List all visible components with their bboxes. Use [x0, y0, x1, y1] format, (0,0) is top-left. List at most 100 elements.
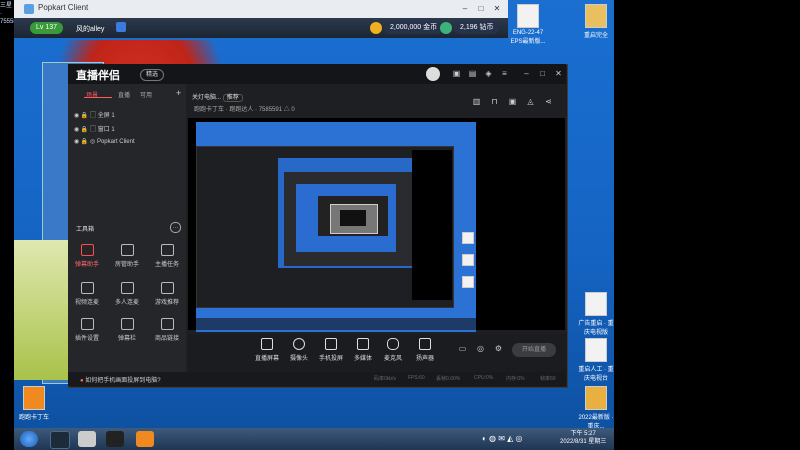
- button-label: 摄像头: [289, 356, 308, 362]
- menu-icon[interactable]: ≡: [500, 70, 509, 78]
- nested-taskbar: [196, 318, 476, 330]
- nested-desktop-icon: [462, 232, 474, 244]
- nested-black-area: [412, 150, 452, 300]
- drop-frame-stat: 丢帧0.00%: [436, 376, 461, 382]
- tool-video-link[interactable]: 视频连麦: [70, 282, 104, 306]
- scene-label: 全屏 1: [97, 113, 115, 119]
- button-label: 麦克风: [383, 356, 402, 362]
- toolbox-title: 工具箱: [76, 227, 95, 233]
- multimedia-button[interactable]: 多媒体: [348, 338, 378, 362]
- kart-icon: [23, 386, 45, 410]
- framerate-stat: 帧率60: [540, 376, 556, 382]
- tab-available[interactable]: 可用: [140, 90, 152, 99]
- phone-cast-button[interactable]: 手机投屏: [316, 338, 346, 362]
- bell-icon[interactable]: ◬: [526, 98, 535, 106]
- lucci-icon: [440, 22, 452, 34]
- taskbar: [14, 428, 614, 450]
- clock-date: 2022/8/31 星期三: [560, 439, 607, 445]
- tool-tasks[interactable]: 主播任务: [150, 244, 184, 268]
- settings-icon[interactable]: ⚙: [494, 345, 503, 353]
- phone-icon: [325, 338, 337, 350]
- fps-stat: FPS:60: [408, 375, 425, 381]
- avatar[interactable]: [426, 67, 440, 81]
- button-label: 直播屏幕: [254, 356, 279, 362]
- share-icon[interactable]: ⋖: [544, 98, 553, 106]
- lucci-counter: 2,196 钻币: [454, 22, 500, 34]
- start-button[interactable]: [20, 431, 38, 447]
- minimize-icon[interactable]: –: [458, 3, 472, 14]
- camera-icon: [293, 338, 305, 350]
- folder-icon: [585, 4, 607, 28]
- tool-game-recommend[interactable]: 游戏推荐: [150, 282, 184, 306]
- record-icon[interactable]: ▭: [458, 345, 467, 353]
- app-maximize-icon[interactable]: □: [538, 70, 547, 78]
- camera-button[interactable]: 摄像头: [284, 338, 314, 362]
- tool-label: 主播任务: [154, 262, 179, 268]
- preview-black-area: [476, 118, 565, 330]
- tool-danmaku[interactable]: 弹幕助手: [70, 244, 104, 268]
- game-scene-strip: [14, 240, 74, 380]
- gift-icon[interactable]: ▣: [452, 70, 461, 78]
- skin-icon[interactable]: ◈: [484, 70, 493, 78]
- message-icon[interactable]: ▤: [468, 70, 477, 78]
- game-app-icon: [24, 4, 34, 14]
- stream-tag[interactable]: 推荐: [222, 94, 243, 102]
- scene-item[interactable]: ◉ 🔒 ▢ 窗口 1: [74, 124, 115, 133]
- screen-capture-button[interactable]: 直播屏幕: [252, 338, 282, 362]
- button-label: 手机投屏: [318, 356, 343, 362]
- scene-item[interactable]: ◉ 🔒 ◎ Popkart Client: [74, 138, 135, 145]
- tab-live[interactable]: 直播: [118, 90, 130, 99]
- desktop-icon-restart[interactable]: 重启完全: [576, 4, 616, 39]
- stream-category[interactable]: 跑跑卡丁车 · 跑跑达人: [194, 107, 253, 113]
- tray-icons[interactable]: ◐ ◍ ✉ ◭ ◎: [482, 434, 523, 443]
- cart-icon[interactable]: ▥: [472, 98, 481, 106]
- tool-label: 多人连麦: [114, 300, 139, 306]
- play-icon: [357, 338, 369, 350]
- add-scene-icon[interactable]: +: [176, 88, 181, 98]
- maximize-icon[interactable]: □: [474, 3, 488, 14]
- help-link[interactable]: ● 如何把手机画面投屏到电脑?: [80, 375, 161, 384]
- tool-room-admin[interactable]: 房管助手: [110, 244, 144, 268]
- eye-icon: ◉ 🔒 ▢: [74, 113, 98, 119]
- desktop-icon-label: ENG-22-47 EPS最新版...: [510, 30, 546, 45]
- tool-label: 商品链接: [154, 336, 179, 342]
- desktop-icon-manual[interactable]: 重启人工 · 重庆电视台: [576, 338, 616, 382]
- tool-label: 视频连麦: [74, 300, 99, 306]
- tool-multi-link[interactable]: 多人连麦: [110, 282, 144, 306]
- tool-danmaku-bar[interactable]: 弹幕栏: [110, 318, 144, 342]
- speaker-icon: [419, 338, 431, 350]
- taskbar-app-qq[interactable]: [106, 431, 124, 447]
- start-live-button[interactable]: 开始直播: [512, 343, 556, 357]
- desktop-icon-label: 广告重启 · 重庆电视版: [578, 321, 614, 336]
- taskbar-clock[interactable]: 下午 5:27 2022/8/31 星期三: [560, 430, 606, 446]
- layout-icon[interactable]: ▣: [508, 98, 517, 106]
- memory-stat: 内存:0%: [506, 376, 525, 382]
- taskbar-app-kart[interactable]: [136, 431, 154, 447]
- desktop-icon-label: 重启人工 · 重庆电视台: [578, 367, 614, 382]
- user-icon: [120, 244, 134, 256]
- stream-title-row: 关灯电脑... 推荐: [192, 92, 243, 102]
- document-icon: [585, 338, 607, 362]
- desktop-icon-game[interactable]: 跑跑卡丁车: [14, 386, 54, 421]
- taskbar-app-penguin[interactable]: [78, 431, 96, 447]
- app-minimize-icon[interactable]: –: [522, 70, 531, 78]
- microphone-button[interactable]: 麦克风: [378, 338, 408, 362]
- nested-preview-level5: [340, 210, 366, 226]
- tv-icon: [120, 318, 134, 330]
- version-badge[interactable]: 精选: [140, 69, 165, 81]
- lock-icon[interactable]: ⊓: [490, 98, 499, 106]
- toolbox-more-icon[interactable]: …: [170, 222, 181, 233]
- stream-info-row: 跑跑卡丁车 · 跑跑达人 · 7585591 △ 0: [194, 107, 295, 113]
- app-close-icon[interactable]: ✕: [554, 70, 563, 78]
- desktop-icon-2022[interactable]: 2022最新版 · 重庆...: [576, 386, 616, 430]
- mute-icon[interactable]: ◎: [476, 345, 485, 353]
- tool-product-link[interactable]: 商品链接: [150, 318, 184, 342]
- desktop-icon-ad[interactable]: 广告重启 · 重庆电视版: [576, 292, 616, 336]
- tool-plugin[interactable]: 插件设置: [70, 318, 104, 342]
- scene-label: 窗口 1: [97, 127, 115, 133]
- desktop-icon-eng[interactable]: ENG-22-47 EPS最新版...: [508, 4, 548, 45]
- close-icon[interactable]: ✕: [490, 3, 504, 14]
- taskbar-app-obs[interactable]: [50, 431, 70, 449]
- speaker-button[interactable]: 扬声器: [410, 338, 440, 362]
- scene-item[interactable]: ◉ 🔒 ▢ 全屏 1: [74, 110, 115, 119]
